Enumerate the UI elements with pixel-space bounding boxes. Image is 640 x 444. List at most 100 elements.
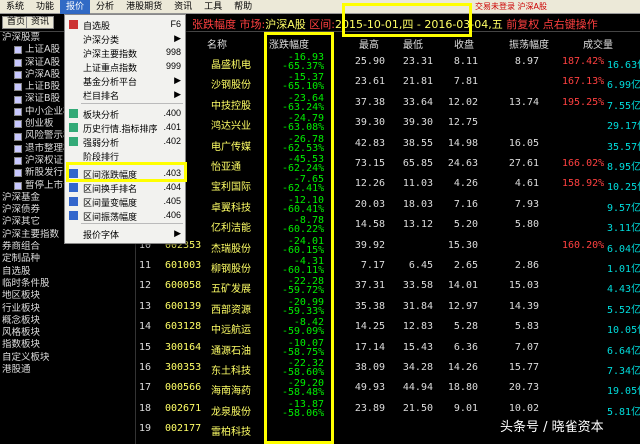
menu-item-label: 板块分析 (83, 110, 120, 120)
login-status[interactable]: 交易未登录 沪深A股 (475, 0, 547, 14)
col-name[interactable]: 名称 (207, 36, 227, 51)
table-row[interactable]: 9亿利洁能-8.78-60.22%14.5813.125.205.803.11亿 (137, 215, 640, 235)
menu-info[interactable]: 资讯 (168, 0, 198, 14)
menu-item-icon (69, 123, 78, 132)
sidebar-item-label: 沪深其它 (2, 216, 41, 228)
table-row[interactable]: 11 601003 柳钢股份 -4.31 -60.11% 7.17 6.45 2.65 2.86… (137, 256, 640, 276)
table-row[interactable]: 2沙钢股份-15.37-65.10%23.6121.817.81167.13%6… (137, 72, 640, 92)
menu-system[interactable]: 系统 (0, 0, 30, 14)
sidebar-item[interactable]: 概念板块 (0, 315, 135, 327)
cell-hi: 73.15 (354, 158, 385, 169)
col-close[interactable]: 收盘 (454, 36, 474, 51)
menu-item-shortcut: .402 (163, 136, 181, 146)
table-row[interactable]: 5电广传媒-26.78-62.53%42.8338.5514.9816.0535… (137, 134, 640, 154)
menu-hk-futures[interactable]: 港股期货 (120, 0, 168, 14)
cell-hi: 39.30 (354, 117, 385, 129)
table-row[interactable]: 4鸿达兴业-24.79-63.08%39.3039.3012.7529.17亿 (137, 113, 640, 133)
folder-icon (14, 46, 22, 55)
table-row[interactable]: 12 600058 五矿发展 -22.28 -59.72% 37.31 33.58 14.01… (137, 276, 640, 296)
menu-item[interactable]: 强弱分析 .402 (65, 135, 185, 148)
table-row[interactable]: 6怡亚通-45.53-62.24%73.1565.8524.6327.61166… (137, 154, 640, 174)
table-row[interactable]: 15 300164 通源石油 -10.07 -58.75% 17.14 15.43 6.36 7… (137, 338, 640, 358)
cell-name: 雷柏科技 (211, 427, 251, 439)
sidebar-item[interactable]: 港股通 (0, 364, 135, 376)
sidebar-item[interactable]: 地区板块 (0, 290, 135, 302)
menu-item-icon (69, 34, 78, 43)
menu-tools[interactable]: 工具 (198, 0, 228, 14)
menu-item[interactable]: 自选股 F6 (65, 18, 185, 31)
cell-a: 14.26 (447, 362, 478, 373)
sidebar-item[interactable]: 自定义板块 (0, 352, 135, 364)
folder-icon (14, 169, 22, 178)
cell-code: 600058 (165, 280, 202, 292)
cell-idx: 17 (139, 382, 152, 394)
cell-b: 2.86 (514, 260, 539, 271)
cell-a: 5.28 (453, 321, 478, 333)
sidebar-item[interactable]: 自选股 (0, 266, 135, 278)
menu-item[interactable]: 历史行情.指标排序 .401 (65, 121, 185, 134)
market-label[interactable]: 沪深A股 (265, 18, 306, 31)
menu-item[interactable]: 板块分析 .400 (65, 107, 185, 120)
menu-bar: 系统 功能 报价 分析 港股期货 资讯 工具 帮助 交易未登录 沪深A股 (0, 0, 640, 14)
col-high[interactable]: 最高 (359, 36, 379, 51)
cell-name: 龙泉股份 (211, 406, 251, 418)
sidebar-item[interactable]: 行业板块 (0, 303, 135, 315)
menu-analysis[interactable]: 分析 (90, 0, 120, 14)
table-row[interactable]: 13 600139 西部资源 -20.99 -59.33% 35.38 31.84 12.97… (137, 297, 640, 317)
cell-lo: 65.85 (402, 158, 433, 169)
menu-item-label: 阶段排行 (83, 152, 120, 162)
cell-idx: 12 (139, 280, 152, 292)
menu-item-shortcut: .403 (163, 168, 181, 178)
cell-d: 16.63亿 (607, 60, 640, 71)
cell-name: 沙钢股份 (211, 80, 251, 92)
cell-a: 5.20 (453, 219, 478, 231)
menu-item[interactable]: 阶段排行 (65, 149, 185, 162)
cell-name: 怡亚通 (211, 162, 241, 173)
table-row[interactable]: 17 000566 海南海药 -29.20 -58.48% 49.93 44.94 18.80… (137, 378, 640, 398)
menu-help[interactable]: 帮助 (228, 0, 258, 14)
menu-item-icon (69, 20, 78, 29)
sidebar-item[interactable]: 指数板块 (0, 339, 135, 351)
sidebar-item[interactable]: 风格板块 (0, 327, 135, 339)
col-low[interactable]: 最低 (403, 36, 423, 51)
cell-chg2: -60.15% (282, 244, 325, 256)
menu-item[interactable]: 沪深主要指数 998 (65, 46, 185, 59)
table-row[interactable]: 14 603128 中远航运 -8.42 -59.09% 14.25 12.83 5.28 5.… (137, 317, 640, 337)
table-row[interactable]: 1晶盛机电-16.93-65.37%25.9023.318.118.97187.… (137, 52, 640, 72)
menu-item[interactable]: 上证重点指数 999 (65, 60, 185, 73)
col-volume[interactable]: 成交量 (583, 36, 613, 51)
info-button[interactable]: 资讯 (26, 16, 55, 29)
menu-quote[interactable]: 报价 (60, 0, 91, 14)
sidebar-item[interactable]: 定制品种 (0, 253, 135, 265)
menu-item[interactable]: 区间涨跌幅度 .403 (65, 167, 185, 180)
menu-item[interactable]: 区间振荡幅度 .406 (65, 209, 185, 222)
cell-hi: 25.90 (354, 56, 385, 67)
cell-name: 电广传媒 (211, 141, 251, 153)
cell-b: 5.83 (514, 321, 539, 333)
menu-item[interactable]: 报价字体 ▶ (65, 227, 185, 240)
menu-item-shortcut: .404 (163, 182, 181, 192)
col-change-range[interactable]: 涨跌幅度 (269, 36, 309, 51)
col-amplitude[interactable]: 振荡幅度 (509, 36, 549, 51)
cell-name: 西部资源 (211, 304, 251, 316)
cell-d: 4.43亿 (607, 284, 640, 296)
sidebar-item-label: 风格板块 (2, 327, 41, 339)
table-row[interactable]: 3中技控股-23.64-63.24%37.3833.6412.0213.7419… (137, 93, 640, 113)
menu-item[interactable]: 栏目排名 ▶ (65, 88, 185, 101)
menu-item[interactable]: 基金分析平台 ▶ (65, 74, 185, 87)
table-row[interactable]: 10 002353 杰瑞股份 -24.01 -60.15% 39.92 15.30 160.2… (137, 236, 640, 256)
table-row[interactable]: 7宝利国际-7.65-62.41%12.2611.034.264.61158.9… (137, 174, 640, 194)
menu-item-label: 基金分析平台 (83, 77, 138, 87)
table-row[interactable]: 16 300353 东土科技 -22.32 -58.60% 38.09 34.28 14.26… (137, 358, 640, 378)
menu-function[interactable]: 功能 (30, 0, 60, 14)
cell-b: 13.74 (508, 96, 539, 108)
date-range[interactable]: 2015-10-01,四 - 2016-03-04,五 (335, 18, 503, 31)
table-row[interactable]: 8卓翼科技-12.10-60.41%20.0318.037.167.939.57… (137, 195, 640, 215)
menu-item[interactable]: 区间量变幅度 .405 (65, 195, 185, 208)
cell-a: 14.01 (447, 280, 478, 292)
menu-item[interactable]: 区间换手排名 .404 (65, 181, 185, 194)
menu-item[interactable]: 沪深分类 ▶ (65, 32, 185, 45)
menu-item-icon (69, 48, 78, 57)
cell-a: 9.01 (453, 402, 478, 414)
sidebar-item[interactable]: 临时条件股 (0, 278, 135, 290)
